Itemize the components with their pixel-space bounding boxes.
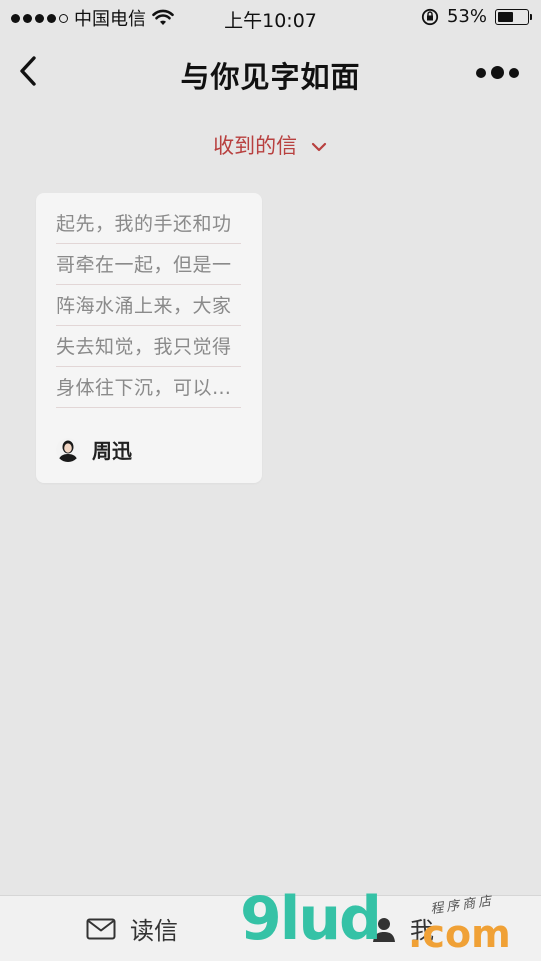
battery-percent: 53%: [446, 6, 487, 27]
tab-bar: 读信 我: [0, 895, 541, 961]
letter-filter-dropdown[interactable]: 收到的信: [0, 130, 541, 160]
page-title: 与你见字如面: [180, 60, 361, 94]
avatar: [56, 437, 80, 462]
letter-line: 阵海水涌上来，大家: [56, 285, 241, 326]
user-icon: [373, 917, 395, 942]
tab-me[interactable]: 我: [372, 896, 434, 961]
orientation-lock-icon: [421, 8, 439, 25]
letter-line: 失去知觉，我只觉得: [56, 326, 241, 367]
chevron-down-icon: [311, 142, 326, 152]
letter-preview: 起先，我的手还和功 哥牵在一起，但是一 阵海水涌上来，大家 失去知觉，我只觉得 …: [56, 203, 241, 408]
letter-line: 身体往下沉，可以…: [56, 367, 241, 408]
filter-label: 收到的信: [213, 134, 298, 158]
envelope-icon: [86, 918, 116, 939]
status-bar: 中国电信 上午10:07 53%: [0, 0, 541, 36]
letter-sender: 周迅: [56, 435, 132, 464]
battery-icon: [495, 8, 532, 25]
status-right: 53%: [421, 6, 532, 27]
sender-name: 周迅: [92, 439, 132, 463]
more-dots-icon[interactable]: [476, 66, 519, 79]
letter-line: 起先，我的手还和功: [56, 203, 241, 244]
nav-bar: 与你见字如面: [0, 36, 541, 106]
tab-label: 读信: [130, 917, 178, 945]
letter-card[interactable]: 起先，我的手还和功 哥牵在一起，但是一 阵海水涌上来，大家 失去知觉，我只觉得 …: [36, 193, 262, 483]
tab-label: 我: [410, 917, 434, 945]
letter-line: 哥牵在一起，但是一: [56, 244, 241, 285]
tab-read-letters[interactable]: 读信: [86, 896, 178, 961]
